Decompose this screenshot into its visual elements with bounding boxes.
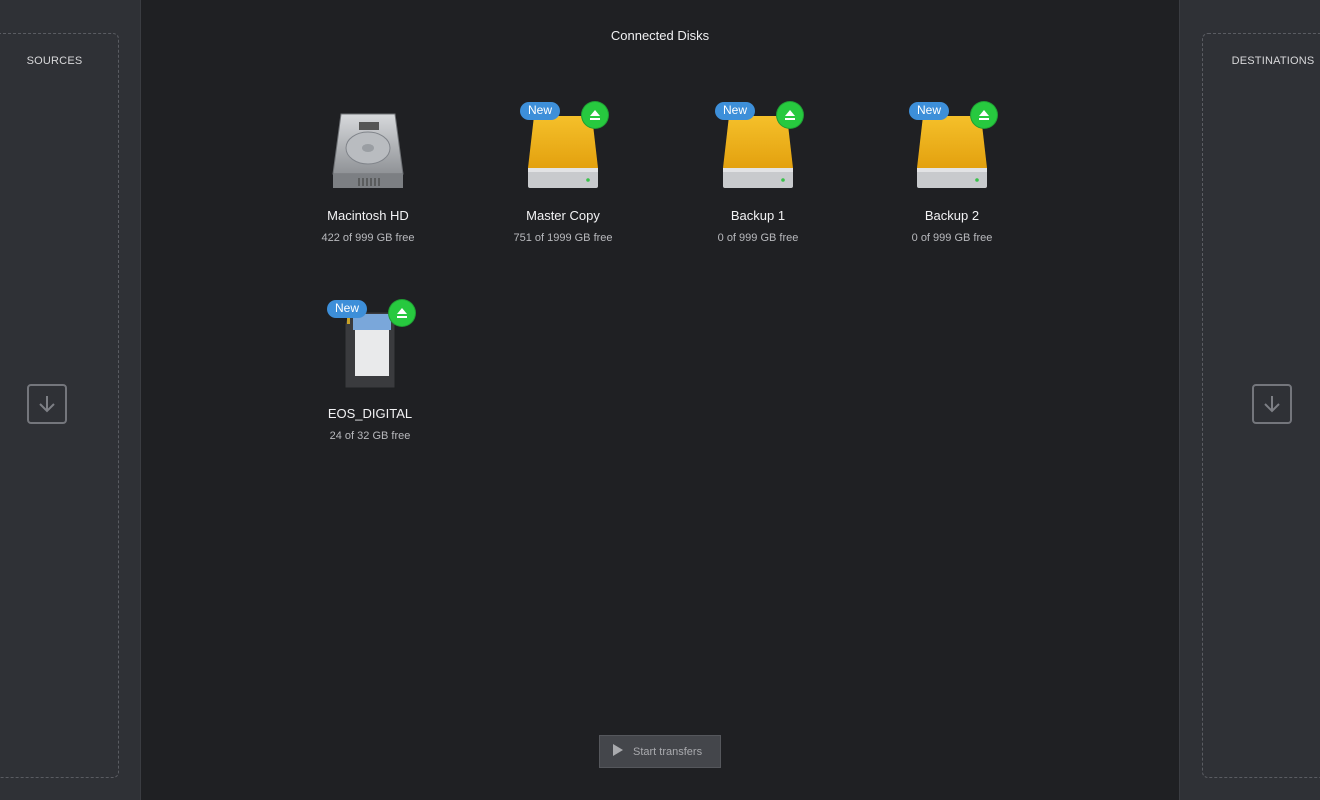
eject-icon[interactable] [582,102,608,128]
new-badge: New [327,300,368,318]
disk-free-space: 0 of 999 GB free [717,232,799,244]
destinations-panel: DESTINATIONS [1179,0,1320,800]
eject-icon[interactable] [389,300,415,326]
download-arrow-icon [1252,384,1292,424]
play-icon [613,744,623,759]
disk-name: Macintosh HD [327,208,409,223]
disk-name: Master Copy [526,208,600,223]
disk-backup-2[interactable]: New Backup 2 0 of 999 GB free [872,102,1032,244]
disk-backup-1[interactable]: New Backup 1 0 of 999 GB free [678,102,838,244]
disk-macintosh-hd[interactable]: Macintosh HD 422 of 999 GB free [288,108,448,244]
app-window: SOURCES DESTINATIONS Connected Disks Mac… [0,0,1320,800]
start-transfers-label: Start transfers [633,745,703,758]
disk-master-copy[interactable]: New Master Copy 751 of 1999 GB free [483,102,643,244]
disk-name: Backup 2 [924,208,980,223]
page-title: Connected Disks [610,28,710,43]
download-arrow-icon [27,384,67,424]
new-badge: New [520,102,561,120]
disk-free-space: 0 of 999 GB free [911,232,993,244]
internal-hard-drive-icon [323,108,413,198]
sources-panel: SOURCES [0,0,141,800]
eject-icon[interactable] [777,102,803,128]
external-drive-icon: New [907,102,997,198]
external-drive-icon: New [518,102,608,198]
sd-card-icon: New [325,300,415,396]
sources-title: SOURCES [26,55,83,67]
new-badge: New [909,102,950,120]
new-badge: New [715,102,756,120]
disk-name: EOS_DIGITAL [327,406,413,421]
disk-name: Backup 1 [730,208,786,223]
destinations-title: DESTINATIONS [1231,55,1315,67]
external-drive-icon: New [713,102,803,198]
disk-free-space: 751 of 1999 GB free [513,232,613,244]
disk-eos-digital[interactable]: New EOS_DIGITAL 24 of 32 GB free [290,300,450,442]
disk-free-space: 24 of 32 GB free [329,430,411,442]
eject-icon[interactable] [971,102,997,128]
start-transfers-button[interactable]: Start transfers [599,735,721,768]
disk-free-space: 422 of 999 GB free [321,232,415,244]
